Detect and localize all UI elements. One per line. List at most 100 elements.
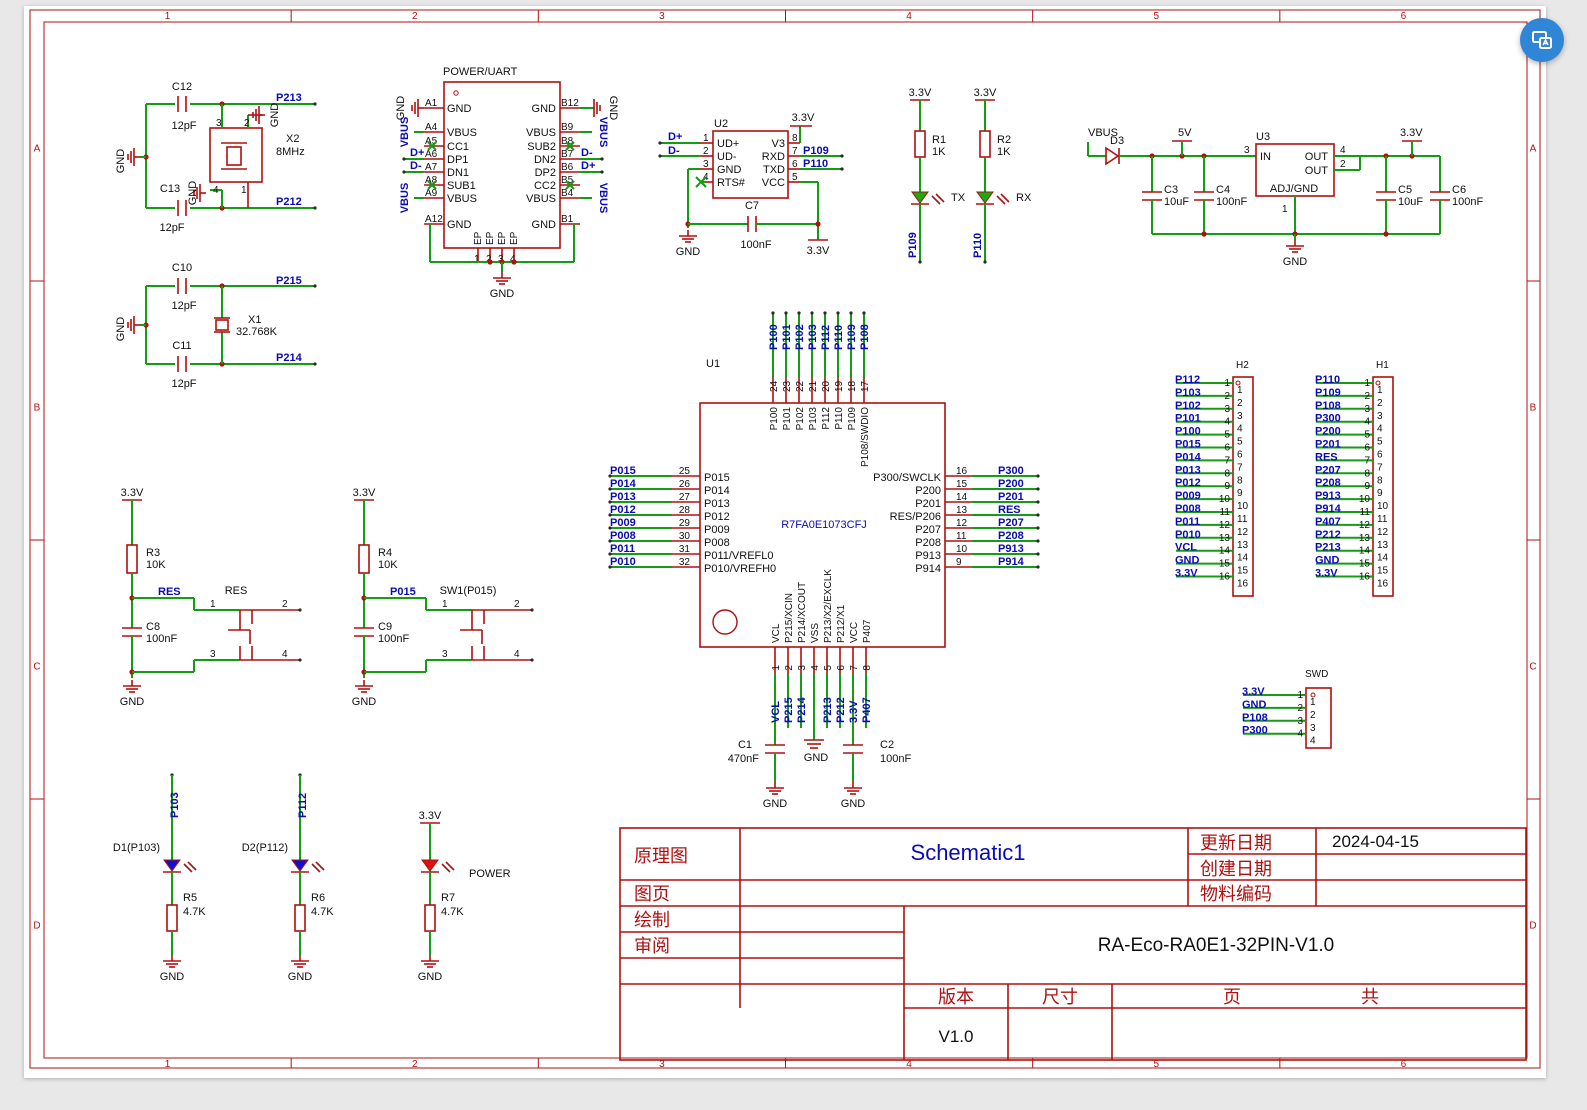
label: V3 [772,138,785,150]
pin-number: 14 [956,492,968,503]
pin-number: 16 [1219,572,1231,583]
label: 32.768K [236,326,278,338]
pin-name: VCC [849,622,860,643]
label: 5 [792,172,798,183]
pin-number: A4 [425,122,438,133]
label: OUT [1305,151,1329,163]
label: C12 [172,81,192,93]
label: RX [1016,192,1032,204]
label: 100nF [880,753,911,765]
net-label: P109 [846,324,858,350]
net-label: P914 [1315,503,1342,515]
resistor-body [424,904,436,932]
net-label: VBUS [597,117,609,148]
pin-number: 7 [1377,462,1383,473]
net-label: P013 [610,491,636,503]
label: 4 [1340,145,1346,156]
pin-name: VBUS [526,193,556,205]
pin-number: 2 [784,665,795,671]
pin-number: 3 [1224,404,1230,415]
label: C9 [378,621,392,633]
ldo-regulator: VBUSD35V U33IN OUTOUTADJ/GND4213.3VC310uFC… [1087,127,1483,268]
pin-name: P200 [915,485,941,497]
net-label: P011 [1175,516,1200,528]
pin-end [313,284,317,288]
net-label: P100 [1175,426,1201,438]
net-label: P100 [768,324,780,350]
label: 5V [1178,127,1192,139]
net-label: P103 [169,792,181,818]
pin-number: 11 [1237,514,1248,525]
translate-floating-button[interactable] [1520,18,1564,62]
pin-name: P008 [704,537,730,549]
gnd-label: GND [395,96,407,121]
label: 12pF [171,120,196,132]
pin-number: 6 [1364,443,1370,454]
pin-name: P100 [769,407,780,431]
label: C6 [1452,184,1466,196]
pin-name: GND [532,103,557,115]
pin-number: 8 [1224,468,1230,479]
pin-end [530,658,534,662]
label: 4 [213,185,219,196]
border-col-label: 2 [412,11,418,22]
header-h1: H1 P110 11 P109 22 P108 33 P300 44 P200 55 P201 66 RE… [1315,360,1394,597]
pin-name: DP2 [535,167,556,179]
label: SW1(P015) [440,585,497,597]
pin-number: 14 [1377,553,1389,564]
title-label: 物料编码 [1200,884,1272,904]
label: RES [225,585,248,597]
label: 12pF [171,378,196,390]
pin-name: P215/XCIN [784,593,795,643]
pin-end [983,260,987,264]
label: 1K [932,146,946,158]
pin-name: P109 [847,407,858,431]
pin-number: 15 [1219,559,1231,570]
label: 3 [1297,716,1303,727]
net-label: P213 [1315,542,1341,554]
label: 4.7K [441,906,464,918]
gnd-label: GND [676,246,701,258]
label: 4.7K [311,906,334,918]
net-label: P011 [610,543,635,555]
resistor-body [914,130,926,158]
pin-name: P015 [704,472,730,484]
title-label: 版本 [938,987,974,1007]
net-label: P215 [783,697,795,723]
border-row-label: C [1529,662,1536,673]
pin-number: 20 [821,380,832,392]
crystal-32k: C10 12pF C11 12pF GND X132.768K P215 P214 [115,262,317,390]
label: 1 [210,599,216,610]
label: 470nF [728,753,759,765]
power-label: 3.3V [353,487,376,499]
label: 3 [216,118,222,129]
net-label: P214 [276,352,303,364]
pin-name: P214/XCOUT [797,582,808,643]
header-ref: H2 [1236,360,1249,371]
pin-number: 9 [1377,488,1383,499]
label: 4 [514,649,520,660]
resistor-body [126,544,138,574]
title-label: 创建日期 [1200,859,1272,879]
net-label: P103 [1175,387,1201,399]
net-label: P012 [610,504,636,516]
status-led-2: P112 D2(P112) R6 4.7K GND [242,773,334,983]
title-label: 共 [1361,987,1379,1007]
pin-name: P212/X1 [836,604,847,643]
pin-number: 13 [1359,533,1371,544]
pin-number: 11 [956,531,967,542]
label: 1 [703,133,709,144]
led-body [911,191,929,204]
pin-number: 16 [1359,572,1371,583]
pin-number: 16 [1377,579,1389,590]
pin-end [402,157,406,161]
pin-name: SUB1 [447,180,476,192]
net-label: P201 [1315,439,1341,451]
net-label: P213 [822,697,834,723]
label: UD- [717,151,737,163]
pin-name: CC1 [447,141,469,153]
label: C7 [745,200,759,212]
header-ref: H1 [1376,360,1389,371]
label: EP [485,231,496,245]
net-label: P207 [1315,464,1341,476]
